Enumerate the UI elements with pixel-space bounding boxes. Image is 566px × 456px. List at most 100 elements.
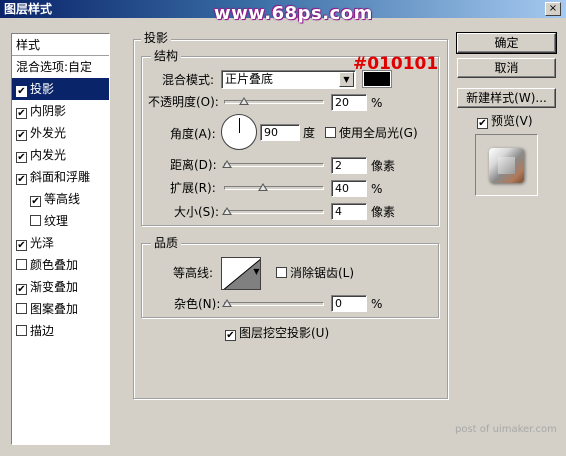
sidebar-item-label: 颜色叠加 <box>30 258 79 272</box>
distance-input[interactable]: 2 <box>331 157 367 174</box>
close-icon: × <box>548 3 558 14</box>
sidebar-item-blend-options[interactable]: 混合选项:自定 <box>12 56 109 78</box>
sidebar-item-checkbox[interactable] <box>16 325 27 336</box>
sidebar-item[interactable]: ✔ 投影 <box>12 78 109 100</box>
spread-input[interactable]: 40 <box>331 180 367 197</box>
sidebar-item-label: 斜面和浮雕 <box>30 170 91 184</box>
noise-unit: % <box>371 297 383 311</box>
size-label: 大小(S): <box>174 205 220 219</box>
sidebar-item-checkbox[interactable]: ✔ <box>16 130 27 141</box>
sidebar-item-checkbox[interactable]: ✔ <box>30 196 41 207</box>
size-unit: 像素 <box>371 205 396 219</box>
antialias-label: 消除锯齿(L) <box>290 266 355 280</box>
size-input[interactable]: 4 <box>331 203 367 220</box>
structure-title: 结构 <box>151 49 182 63</box>
distance-unit: 像素 <box>371 159 396 173</box>
drop-shadow-title: 投影 <box>141 31 172 45</box>
noise-slider[interactable] <box>224 302 324 306</box>
global-light-label: 使用全局光(G) <box>339 126 418 140</box>
blend-mode-value: 正片叠底 <box>225 72 274 86</box>
angle-input[interactable]: 90 <box>260 124 300 141</box>
sidebar-item-label: 图案叠加 <box>30 302 79 316</box>
chevron-down-icon: ▼ <box>339 72 354 87</box>
sidebar-item[interactable]: 纹理 <box>12 210 109 232</box>
sidebar-item[interactable]: ✔ 内发光 <box>12 144 109 166</box>
sidebar-item-label: 描边 <box>30 324 55 338</box>
knockout-label: 图层挖空投影(U) <box>239 326 330 340</box>
opacity-input[interactable]: 20 <box>331 94 367 111</box>
preview-thumbnail <box>489 148 524 183</box>
antialias-checkbox[interactable]: 消除锯齿(L) <box>276 265 354 281</box>
sidebar-item-label: 等高线 <box>44 192 81 206</box>
opacity-slider-thumb[interactable] <box>239 97 249 105</box>
spread-slider[interactable] <box>224 186 324 190</box>
watermark: www.68ps.com <box>214 3 373 24</box>
preview-label: 预览(V) <box>491 114 533 128</box>
knockout-checkbox-box[interactable]: ✔ <box>225 330 236 341</box>
sidebar-item-label: 内阴影 <box>30 104 67 118</box>
distance-slider-thumb[interactable] <box>222 160 232 168</box>
blend-mode-label: 混合模式: <box>162 73 215 87</box>
shadow-color-swatch[interactable] <box>362 70 392 88</box>
ok-button[interactable]: 确定 <box>456 32 557 54</box>
sidebar-item-checkbox[interactable]: ✔ <box>16 240 27 251</box>
new-style-button[interactable]: 新建样式(W)... <box>457 88 556 108</box>
sidebar-item[interactable]: ✔ 渐变叠加 <box>12 276 109 298</box>
preview-checkbox-box[interactable]: ✔ <box>477 118 488 129</box>
sidebar-item-label: 投影 <box>30 82 55 96</box>
sidebar-item[interactable]: ✔ 斜面和浮雕 <box>12 166 109 188</box>
sidebar-item-checkbox[interactable]: ✔ <box>16 108 27 119</box>
spread-label: 扩展(R): <box>170 181 216 195</box>
sidebar-item[interactable]: ✔ 等高线 <box>12 188 109 210</box>
distance-slider[interactable] <box>224 163 324 167</box>
noise-label: 杂色(N): <box>174 297 221 311</box>
sidebar-item[interactable]: 图案叠加 <box>12 298 109 320</box>
global-light-checkbox-box[interactable] <box>325 127 336 138</box>
sidebar-item-label: 外发光 <box>30 126 67 140</box>
antialias-checkbox-box[interactable] <box>276 267 287 278</box>
size-slider[interactable] <box>224 210 324 214</box>
sidebar-item-label: 纹理 <box>44 214 69 228</box>
contour-dropdown-arrow[interactable]: ▼ <box>252 265 261 278</box>
quality-title: 品质 <box>151 236 182 250</box>
sidebar-item-checkbox[interactable] <box>16 259 27 270</box>
sidebar-item[interactable]: ✔ 光泽 <box>12 232 109 254</box>
sidebar-item[interactable]: ✔ 内阴影 <box>12 100 109 122</box>
angle-unit: 度 <box>303 126 316 140</box>
distance-label: 距离(D): <box>170 158 217 172</box>
angle-dial[interactable] <box>221 114 257 150</box>
close-button[interactable]: × <box>545 2 561 16</box>
global-light-checkbox[interactable]: 使用全局光(G) <box>325 125 418 141</box>
window-title: 图层样式 <box>4 2 53 16</box>
spread-slider-thumb[interactable] <box>258 183 268 191</box>
footer-watermark: post of uimaker.com <box>455 424 557 435</box>
sidebar-items: ✔ 投影 ✔ 内阴影 ✔ 外发光 ✔ 内发光 ✔ 斜面和浮雕 ✔ 等高线 纹理 ✔ 光泽 颜色叠加 ✔ 渐变叠加图… <box>12 78 109 342</box>
sidebar-item-label: 内发光 <box>30 148 67 162</box>
sidebar-header[interactable]: 样式 <box>12 34 109 56</box>
sidebar-item-checkbox[interactable]: ✔ <box>16 152 27 163</box>
sidebar-item-checkbox[interactable]: ✔ <box>16 86 27 97</box>
noise-input[interactable]: 0 <box>331 295 367 312</box>
blend-mode-select[interactable]: 正片叠底 ▼ <box>221 70 356 89</box>
preview-checkbox[interactable]: ✔ 预览(V) <box>477 113 533 129</box>
size-slider-thumb[interactable] <box>222 207 232 215</box>
sidebar-item-checkbox[interactable]: ✔ <box>16 284 27 295</box>
opacity-label: 不透明度(O): <box>148 95 219 109</box>
angle-label: 角度(A): <box>170 127 216 141</box>
contour-label: 等高线: <box>173 266 214 280</box>
sidebar-item[interactable]: 描边 <box>12 320 109 342</box>
spread-unit: % <box>371 182 383 196</box>
sidebar-item-checkbox[interactable]: ✔ <box>16 174 27 185</box>
sidebar-item-checkbox[interactable] <box>16 303 27 314</box>
styles-sidebar: 样式 混合选项:自定 ✔ 投影 ✔ 内阴影 ✔ 外发光 ✔ 内发光 ✔ 斜面和浮雕 ✔ 等高线 纹理 ✔ 光… <box>11 33 110 445</box>
noise-slider-thumb[interactable] <box>222 299 232 307</box>
sidebar-item-label: 渐变叠加 <box>30 280 79 294</box>
sidebar-item-label: 光泽 <box>30 236 55 250</box>
sidebar-item[interactable]: 颜色叠加 <box>12 254 109 276</box>
style-preview <box>475 134 538 196</box>
knockout-checkbox[interactable]: ✔ 图层挖空投影(U) <box>225 325 329 341</box>
sidebar-item[interactable]: ✔ 外发光 <box>12 122 109 144</box>
cancel-button[interactable]: 取消 <box>457 58 556 78</box>
sidebar-item-checkbox[interactable] <box>30 215 41 226</box>
opacity-unit: % <box>371 96 383 110</box>
